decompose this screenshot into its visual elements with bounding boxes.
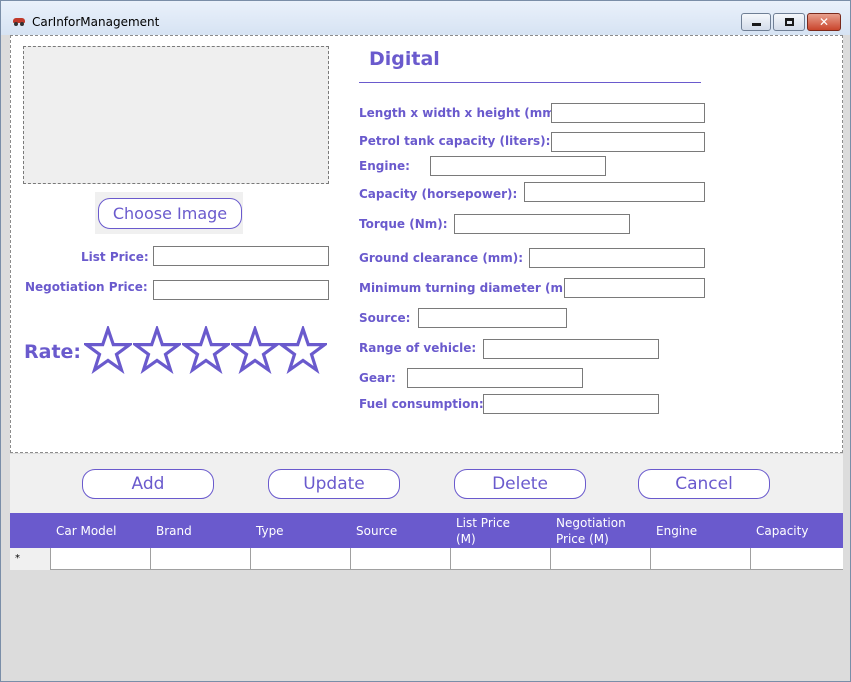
source-input[interactable]: [418, 308, 567, 328]
star-icon[interactable]: [279, 326, 327, 374]
column-header-brand[interactable]: Brand: [151, 513, 251, 548]
gear-input[interactable]: [407, 368, 583, 388]
close-button[interactable]: ✕: [807, 13, 841, 31]
torque-input[interactable]: [454, 214, 630, 234]
table-row[interactable]: *: [10, 548, 843, 570]
table-cell[interactable]: [150, 548, 250, 570]
table-cell[interactable]: [450, 548, 550, 570]
column-header-list-price[interactable]: List Price (M): [451, 513, 531, 548]
negotiation-price-input[interactable]: [153, 280, 329, 300]
maximize-button[interactable]: [773, 13, 805, 31]
table-cell[interactable]: [50, 548, 150, 570]
range-input[interactable]: [483, 339, 659, 359]
star-icon[interactable]: [133, 326, 181, 374]
digital-section-title: Digital: [369, 48, 440, 70]
add-button[interactable]: Add: [82, 469, 214, 499]
action-bar: Add Update Delete Cancel: [10, 454, 843, 513]
table-cell[interactable]: [350, 548, 450, 570]
horsepower-input[interactable]: [524, 182, 705, 202]
app-window: CarInforManagement ✕ Choose Image List P…: [0, 0, 851, 682]
range-label: Range of vehicle:: [359, 341, 477, 355]
rate-label: Rate:: [24, 341, 82, 363]
choose-image-button[interactable]: Choose Image: [98, 198, 242, 229]
table-cell[interactable]: [650, 548, 750, 570]
dimensions-label: Length x width x height (mm):: [359, 106, 566, 120]
car-icon: [13, 15, 25, 26]
column-header-car-model[interactable]: Car Model: [51, 513, 151, 548]
window-title: CarInforManagement: [32, 15, 160, 29]
table-cell[interactable]: [750, 548, 843, 570]
negotiation-price-label: Negotiation Price:: [25, 280, 148, 294]
table-cell[interactable]: [550, 548, 650, 570]
column-header-capacity[interactable]: Capacity: [751, 513, 843, 548]
engine-input[interactable]: [430, 156, 606, 176]
maximize-icon: [785, 18, 794, 26]
torque-label: Torque (Nm):: [359, 217, 448, 231]
car-details-panel: Choose Image List Price: Negotiation Pri…: [10, 35, 843, 453]
star-icon[interactable]: [84, 326, 132, 374]
cancel-button[interactable]: Cancel: [638, 469, 770, 499]
horsepower-label: Capacity (horsepower):: [359, 187, 518, 201]
ground-clearance-input[interactable]: [529, 248, 705, 268]
list-price-input[interactable]: [153, 246, 329, 266]
turning-diameter-input[interactable]: [564, 278, 705, 298]
dimensions-input[interactable]: [551, 103, 705, 123]
close-icon: ✕: [818, 15, 830, 29]
ground-clearance-label: Ground clearance (mm):: [359, 251, 524, 265]
engine-label: Engine:: [359, 159, 410, 173]
fuel-consumption-label: Fuel consumption:: [359, 397, 484, 411]
source-label: Source:: [359, 311, 411, 325]
minimize-button[interactable]: [741, 13, 771, 31]
fuel-consumption-input[interactable]: [483, 394, 659, 414]
client-area: Choose Image List Price: Negotiation Pri…: [9, 35, 843, 675]
petrol-tank-input[interactable]: [551, 132, 705, 152]
update-button[interactable]: Update: [268, 469, 400, 499]
star-icon[interactable]: [231, 326, 279, 374]
section-divider: [359, 82, 701, 83]
list-price-label: List Price:: [81, 250, 149, 264]
turning-diameter-label: Minimum turning diameter (m):: [359, 281, 574, 295]
new-row-marker: *: [10, 548, 50, 570]
car-image-preview[interactable]: [23, 46, 329, 184]
petrol-tank-label: Petrol tank capacity (liters):: [359, 134, 551, 148]
column-header-type[interactable]: Type: [251, 513, 351, 548]
gear-label: Gear:: [359, 371, 396, 385]
table-cell[interactable]: [250, 548, 350, 570]
title-bar[interactable]: CarInforManagement ✕: [1, 1, 850, 35]
car-data-grid[interactable]: Car Model Brand Type Source List Price (…: [10, 513, 843, 675]
column-header-engine[interactable]: Engine: [651, 513, 751, 548]
delete-button[interactable]: Delete: [454, 469, 586, 499]
grid-header: Car Model Brand Type Source List Price (…: [10, 513, 843, 548]
column-header-negotiation-price[interactable]: Negotiation Price (M): [551, 513, 641, 548]
minimize-icon: [752, 23, 761, 26]
star-icon[interactable]: [182, 326, 230, 374]
column-header-source[interactable]: Source: [351, 513, 451, 548]
